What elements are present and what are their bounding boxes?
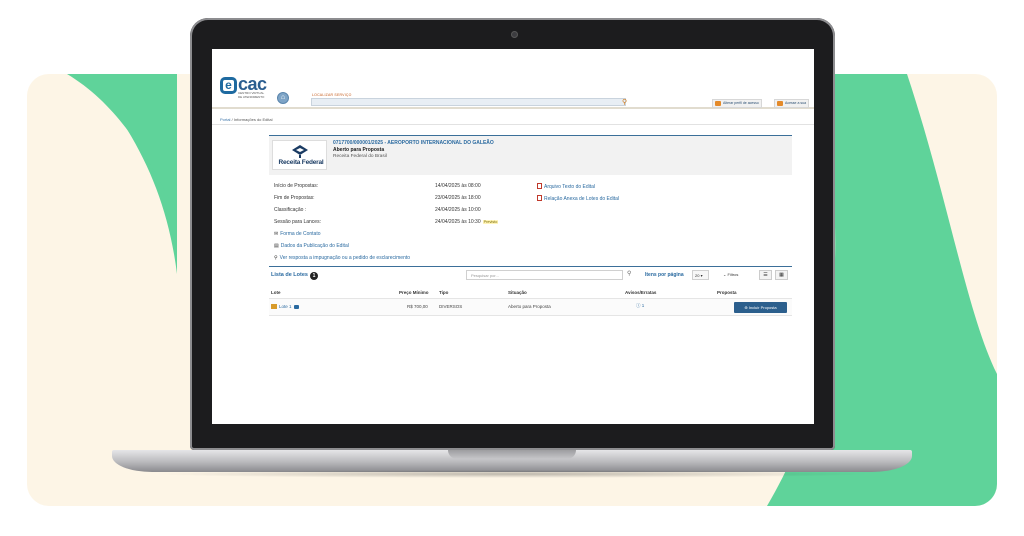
per-page-label: Itens por página <box>645 272 684 278</box>
dados-publicacao-label: Dados da Publicação do Edital <box>280 243 349 249</box>
service-search-input[interactable] <box>311 98 626 106</box>
inicio-label: Início de Propostas: <box>274 183 319 189</box>
filtros-label: Filtros <box>727 272 739 277</box>
pdf-icon <box>537 195 542 201</box>
pdf-icon <box>537 183 542 189</box>
logo-subtitle: CENTRO VIRTUAL DE ATENDIMENTO <box>238 91 265 99</box>
relacao-lotes-label: Relação Anexa de Lotes do Edital <box>544 196 620 202</box>
magnifier-icon: ⚲ <box>274 255 278 261</box>
receita-federal-logo: Receita Federal <box>272 140 327 170</box>
breadcrumb-home-link[interactable]: Portal <box>220 117 230 122</box>
lote-icon <box>271 304 277 309</box>
breadcrumb-separator: / <box>231 117 233 122</box>
change-profile-button[interactable]: Alterar perfil de acesso <box>712 99 762 108</box>
edital-header-panel: Receita Federal 0717700/000001/2025 - AE… <box>269 135 792 175</box>
search-label: LOCALIZAR SERVIÇO <box>312 93 352 97</box>
lote-situacao: Aberto para Proposta <box>508 304 551 309</box>
access-button[interactable]: Acesse a sua <box>774 99 810 108</box>
lotes-count-badge: 1 <box>309 272 318 280</box>
lotes-toolbar: Lista de Lotes 1 Pesquisar por... ⚲ Itens… <box>269 266 792 283</box>
previsto-badge: Previsto <box>482 220 499 224</box>
laptop-lid: e cac CENTRO VIRTUAL DE ATENDIMENTO ⌂ LO… <box>190 18 835 450</box>
lote-preco: R$ 700,00 <box>407 304 428 309</box>
dados-publicacao-link[interactable]: ▤ Dados da Publicação do Edital <box>274 243 349 249</box>
ecac-logo[interactable]: e cac CENTRO VIRTUAL DE ATENDIMENTO <box>220 74 272 103</box>
laptop-base <box>112 450 912 472</box>
classificacao-label: Classificação : <box>274 207 307 213</box>
breadcrumb: Portal / Informações do Edital <box>220 117 273 122</box>
ver-resposta-link[interactable]: ⚲ Ver resposta a impugnação ou a pedido d… <box>274 255 410 261</box>
forma-contato-link[interactable]: ✉ Forma de Contato <box>274 231 321 237</box>
ver-resposta-label: Ver resposta a impugnação ou a pedido de… <box>279 255 411 261</box>
col-lote: Lote <box>271 290 281 295</box>
arquivo-texto-label: Arquivo Texto do Edital <box>544 184 596 190</box>
fim-label: Fim de Propostas: <box>274 195 315 201</box>
receita-federal-emblem-icon <box>292 145 308 158</box>
laptop-screen: e cac CENTRO VIRTUAL DE ATENDIMENTO ⌂ LO… <box>212 49 814 424</box>
change-profile-label: Alterar perfil de acesso <box>723 101 759 105</box>
arquivo-texto-link[interactable]: Arquivo Texto do Edital <box>537 183 595 190</box>
list-view-icon[interactable]: ☰ <box>759 270 772 280</box>
inicio-value: 14/04/2025 às 08:00 <box>435 183 481 189</box>
search-icon[interactable]: ⚲ <box>627 270 631 277</box>
mail-icon <box>777 101 783 106</box>
col-situacao: Situação <box>508 290 527 295</box>
grid-view-icon[interactable]: ▦ <box>775 270 788 280</box>
classificacao-value: 24/04/2025 às 10:00 <box>435 207 481 213</box>
lotes-title-wrap: Lista de Lotes 1 <box>271 272 318 280</box>
sessao-value: 24/04/2025 às 10:30 <box>435 219 481 225</box>
col-avisos: Avisos/Erratas <box>625 290 657 295</box>
relacao-lotes-link[interactable]: Relação Anexa de Lotes do Edital <box>537 195 619 202</box>
col-tipo: Tipo <box>439 290 449 295</box>
per-page-select[interactable]: 20 ▾ <box>692 270 709 280</box>
fim-value: 23/04/2025 às 18:00 <box>435 195 481 201</box>
col-preco: Preço Mínimo <box>399 290 429 295</box>
webcam <box>511 31 518 38</box>
access-label: Acesse a sua <box>785 101 807 105</box>
lotes-title: Lista de Lotes <box>271 272 308 278</box>
edital-organization: Receita Federal do Brasil <box>333 154 387 159</box>
lote-link[interactable]: Lote 1 <box>271 304 299 309</box>
col-proposta: Proposta <box>717 290 737 295</box>
search-icon[interactable]: ⚲ <box>622 98 627 106</box>
laptop-shadow <box>150 470 874 478</box>
document-icon: ▤ <box>274 243 279 249</box>
edital-status: Aberto para Proposta <box>333 147 385 153</box>
breadcrumb-divider <box>212 124 814 125</box>
camera-icon[interactable] <box>293 304 299 309</box>
sessao-label: Sessão para Lances: <box>274 219 321 225</box>
avisos-count: 1 <box>641 303 645 308</box>
forma-contato-label: Forma de Contato <box>280 231 321 237</box>
laptop-notch <box>448 450 576 459</box>
people-icon <box>715 101 721 106</box>
home-icon[interactable]: ⌂ <box>277 92 289 104</box>
sessao-value-wrap: 24/04/2025 às 10:30 Previsto <box>435 219 499 225</box>
logo-e-mark: e <box>220 77 237 94</box>
lotes-search-input[interactable]: Pesquisar por... <box>466 270 623 280</box>
lote-tipo: DIVERSOS <box>439 304 463 309</box>
filtros-button[interactable]: ⌄ Filtros <box>721 270 755 280</box>
caret-down-icon: ▾ <box>699 273 703 278</box>
edital-title: 0717700/000001/2025 - AEROPORTO INTERNAC… <box>333 140 494 146</box>
incluir-proposta-button[interactable]: ⊕ Incluir Proposta <box>734 302 787 313</box>
site-header: e cac CENTRO VIRTUAL DE ATENDIMENTO ⌂ LO… <box>212 49 814 109</box>
avisos-link[interactable]: ⓘ 1 <box>636 303 644 309</box>
breadcrumb-current: Informações do Edital <box>233 117 273 122</box>
lote-name: Lote 1 <box>279 304 292 309</box>
incluir-proposta-label: Incluir Proposta <box>748 305 777 310</box>
receita-federal-logo-text: Receita Federal <box>278 159 324 166</box>
envelope-icon: ✉ <box>274 231 279 237</box>
